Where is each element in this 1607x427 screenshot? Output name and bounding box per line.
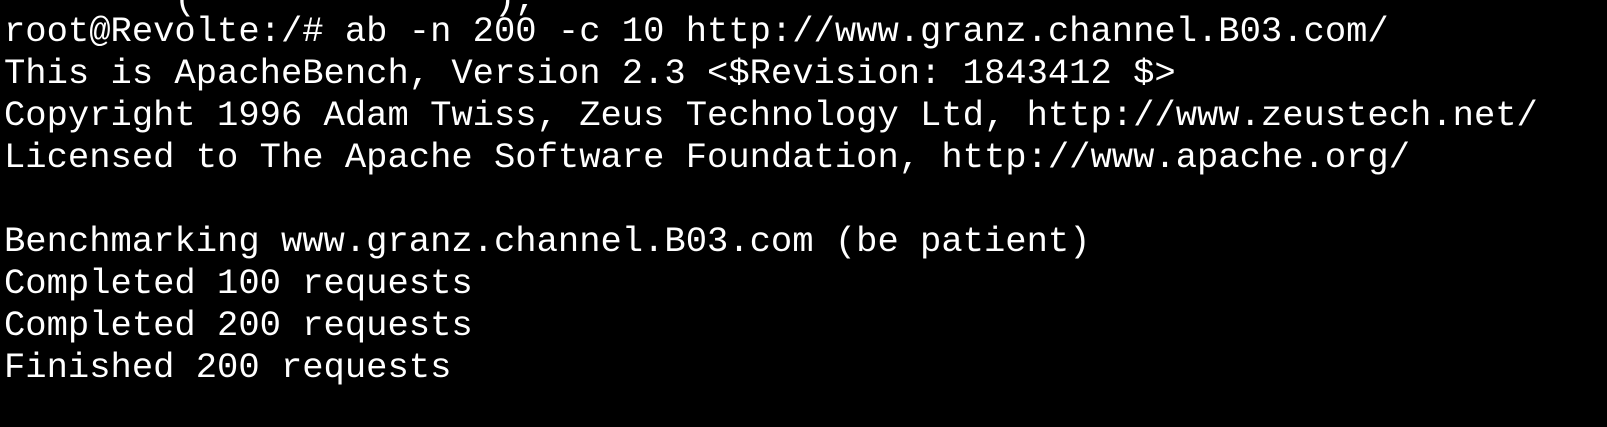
terminal-command-line: root@Revolte:/# ab -n 200 -c 10 http://w… <box>4 11 1389 52</box>
terminal-output-line: Finished 200 requests <box>4 347 452 388</box>
terminal-window[interactable]: ( ), root@Revolte:/# ab -n 200 -c 10 htt… <box>0 0 1607 427</box>
terminal-output-line: This is ApacheBench, Version 2.3 <$Revis… <box>4 53 1176 94</box>
terminal-output-line: Completed 100 requests <box>4 263 473 304</box>
terminal-output-line: Benchmarking www.granz.channel.B03.com (… <box>4 221 1091 262</box>
terminal-output-line: Licensed to The Apache Software Foundati… <box>4 137 1411 178</box>
terminal-output-line: Completed 200 requests <box>4 305 473 346</box>
terminal-output-line: Copyright 1996 Adam Twiss, Zeus Technolo… <box>4 95 1538 136</box>
